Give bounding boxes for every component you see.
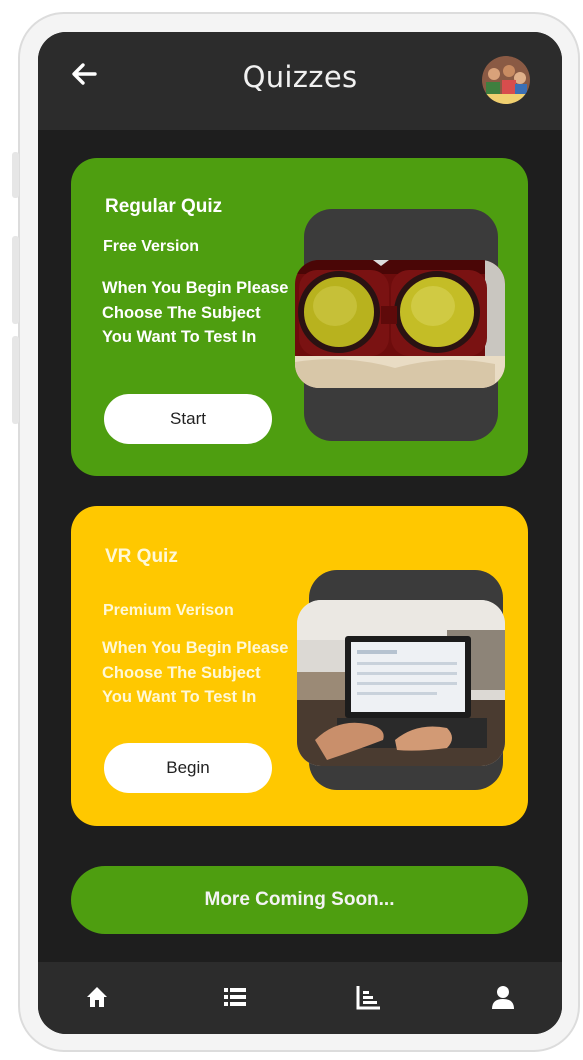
card-subtitle: Free Version bbox=[103, 238, 200, 255]
nav-stats[interactable] bbox=[354, 982, 384, 1012]
nav-home[interactable] bbox=[82, 982, 112, 1012]
list-icon bbox=[224, 988, 246, 1006]
phone-side-button bbox=[12, 152, 19, 198]
user-avatar-image bbox=[482, 56, 530, 104]
more-coming-soon-button[interactable]: More Coming Soon... bbox=[71, 866, 528, 934]
card-subtitle: Premium Verison bbox=[103, 602, 234, 619]
card-description: When You Begin Please Choose The Subject… bbox=[102, 639, 289, 706]
phone-volume-up-button bbox=[12, 236, 19, 324]
card-title: VR Quiz bbox=[105, 546, 178, 567]
bottom-navigation bbox=[38, 962, 562, 1034]
begin-button[interactable]: Begin bbox=[104, 743, 272, 793]
laptop-typing-image bbox=[297, 600, 505, 766]
phone-volume-down-button bbox=[12, 336, 19, 424]
home-icon bbox=[87, 987, 107, 1007]
start-button[interactable]: Start bbox=[104, 394, 272, 444]
chart-icon bbox=[356, 986, 380, 1010]
regular-quiz-card: Regular Quiz Free Version When You Begin… bbox=[71, 158, 528, 476]
app-screen: Quizzes Regular Quiz Free Version When Y… bbox=[38, 32, 562, 1034]
user-icon bbox=[492, 986, 514, 1009]
top-app-bar: Quizzes bbox=[38, 32, 562, 130]
vr-headset-on-book-image bbox=[295, 260, 505, 388]
card-description: When You Begin Please Choose The Subject… bbox=[102, 279, 289, 346]
vr-quiz-card: VR Quiz Premium Verison When You Begin P… bbox=[71, 506, 528, 826]
laptop-image bbox=[297, 600, 505, 766]
nav-profile[interactable] bbox=[488, 982, 518, 1012]
nav-list[interactable] bbox=[220, 982, 250, 1012]
vr-headset-image bbox=[295, 260, 505, 388]
avatar[interactable] bbox=[482, 56, 530, 104]
card-title: Regular Quiz bbox=[105, 196, 223, 217]
